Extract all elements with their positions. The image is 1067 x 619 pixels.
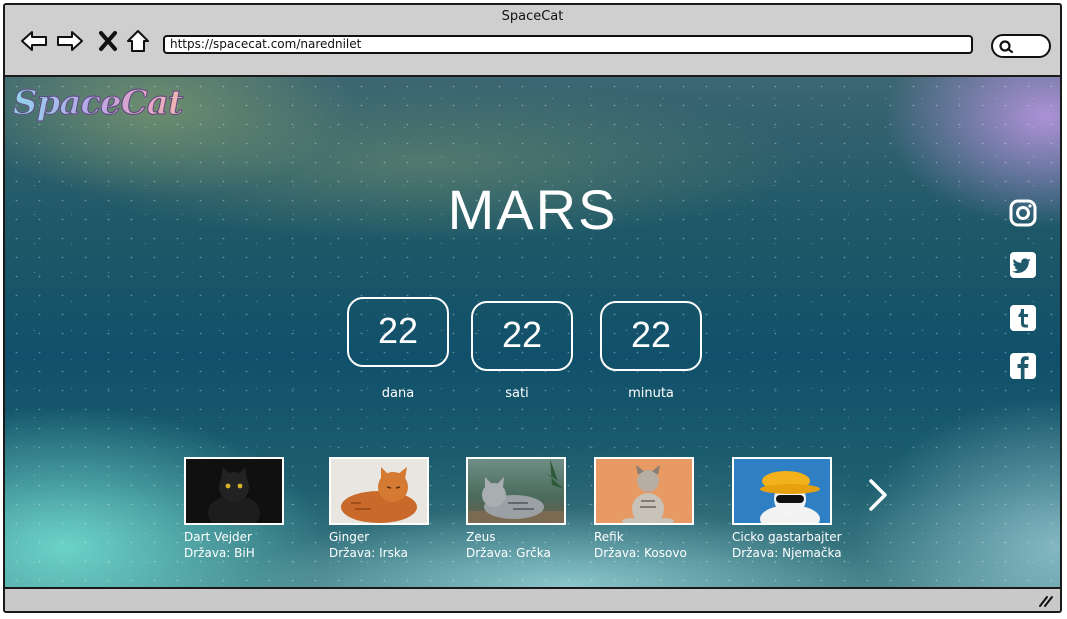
cat-card-dart-vejder[interactable]: Dart Vejder Država: BiH: [184, 457, 304, 561]
cat-photo[interactable]: [466, 457, 566, 525]
countdown-minutes-box: 22: [600, 301, 702, 371]
cat-photo[interactable]: [594, 457, 694, 525]
home-icon[interactable]: [123, 27, 153, 55]
tumblr-icon[interactable]: [1008, 303, 1038, 333]
url-bar[interactable]: https://spacecat.com/narednilet: [163, 35, 973, 54]
cat-country: Država: Irska: [329, 546, 408, 560]
spacecat-logo[interactable]: SpaceCat: [12, 82, 184, 123]
cat-card-cicko-gastarbajter[interactable]: Cicko gastarbajter Država: Njemačka: [732, 457, 852, 561]
cat-name: Dart Vejder: [184, 530, 252, 544]
browser-titlebar: SpaceCat https://spacecat.com/narednilet: [5, 5, 1060, 77]
cat-name: Zeus: [466, 530, 496, 544]
facebook-icon[interactable]: [1008, 351, 1038, 381]
resize-grip-icon[interactable]: [1038, 595, 1054, 607]
search-icon: [999, 40, 1014, 54]
twitter-icon[interactable]: [1008, 250, 1038, 280]
cat-photo[interactable]: [184, 457, 284, 525]
cat-name: Refik: [594, 530, 624, 544]
close-x-icon[interactable]: [93, 27, 123, 55]
countdown-days-box: 22: [347, 297, 449, 367]
cat-country: Država: Kosovo: [594, 546, 687, 560]
countdown-hours-box: 22: [471, 301, 573, 371]
countdown-minutes-label: minuta: [628, 386, 674, 401]
page-viewport: SpaceCat MARS 22 22 22 dana sati minuta: [5, 77, 1060, 591]
forward-arrow-icon[interactable]: [55, 27, 85, 55]
cat-country: Država: Grčka: [466, 546, 551, 560]
browser-statusbar: [5, 587, 1060, 611]
cat-photo[interactable]: [329, 457, 429, 525]
window-title: SpaceCat: [501, 9, 564, 24]
search-box[interactable]: [991, 34, 1051, 58]
instagram-icon[interactable]: [1008, 198, 1038, 228]
countdown-days-label: dana: [381, 386, 415, 401]
back-arrow-icon[interactable]: [19, 27, 49, 55]
cat-card-refik[interactable]: Refik Država: Kosovo: [594, 457, 714, 561]
cat-country: Država: Njemačka: [732, 546, 842, 560]
cat-country: Država: BiH: [184, 546, 255, 560]
browser-window: SpaceCat https://spacecat.com/narednilet…: [3, 3, 1062, 613]
cat-name: Ginger: [329, 530, 370, 544]
cat-photo[interactable]: [732, 457, 832, 525]
cat-card-ginger[interactable]: Ginger Država: Irska: [329, 457, 449, 561]
planet-title: MARS: [447, 178, 618, 241]
cat-name: Cicko gastarbajter: [732, 530, 842, 544]
countdown-hours-label: sati: [505, 386, 529, 401]
cat-card-zeus[interactable]: Zeus Država: Grčka: [466, 457, 586, 561]
chevron-right-icon[interactable]: [865, 477, 891, 513]
